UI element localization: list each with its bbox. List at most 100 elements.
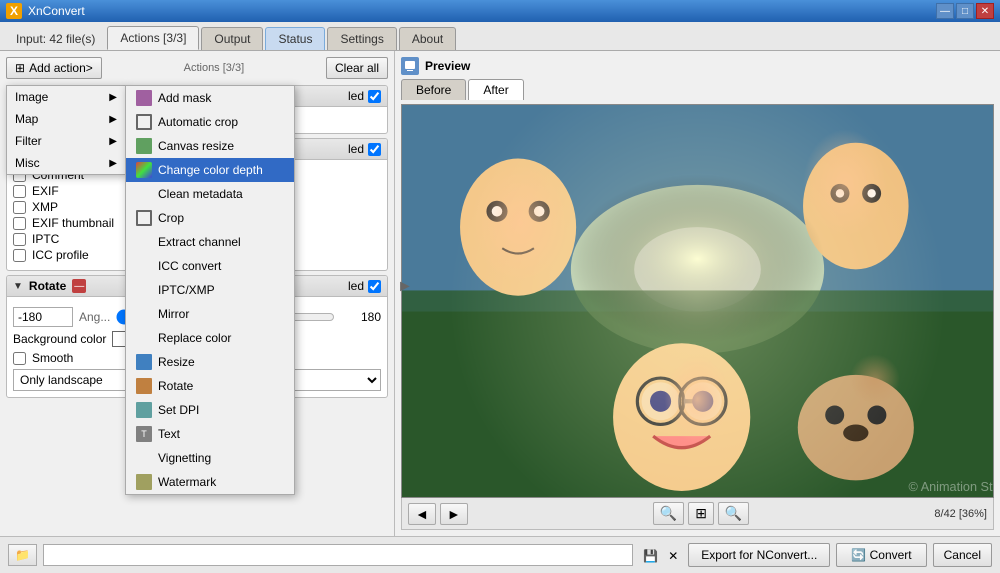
menu-image[interactable]: Image ▶	[7, 86, 125, 108]
iptc-label: IPTC	[32, 232, 59, 246]
panel-header: ⊞ Add action> Actions [3/3] Clear all	[6, 57, 388, 79]
exif-thumbnail-checkbox[interactable]	[13, 217, 26, 230]
smooth-label: Smooth	[32, 351, 73, 365]
iptc-checkbox[interactable]	[13, 233, 26, 246]
rotate-value-input[interactable]	[13, 307, 73, 327]
submenu-clean-metadata[interactable]: Clean metadata	[126, 182, 294, 206]
submenu-text[interactable]: T Text	[126, 422, 294, 446]
enabled-label: led	[348, 89, 364, 103]
automatic-enabled-checkbox[interactable]	[368, 90, 381, 103]
resize-icon	[136, 354, 152, 370]
submenu-change-color-depth[interactable]: Change color depth	[126, 158, 294, 182]
crop-icon	[136, 210, 152, 226]
save-path-button[interactable]: 💾	[639, 545, 662, 565]
next-image-button[interactable]: ►	[440, 503, 468, 525]
xmp-label: XMP	[32, 200, 58, 214]
tab-status[interactable]: Status	[265, 27, 325, 50]
preview-tab-after[interactable]: After	[468, 79, 523, 100]
collapse-icon-3: ▼	[13, 281, 23, 292]
maximize-button[interactable]: □	[956, 3, 974, 19]
menu-filter[interactable]: Filter ▶	[7, 130, 125, 152]
right-panel: ► Preview Before After	[395, 51, 1000, 536]
submenu-icc-convert[interactable]: ICC convert	[126, 254, 294, 278]
canvas-icon	[136, 138, 152, 154]
xmp-checkbox[interactable]	[13, 201, 26, 214]
menu-misc[interactable]: Misc ▶	[7, 152, 125, 174]
preview-tab-before[interactable]: Before	[401, 79, 466, 100]
image-submenu: Add mask Automatic crop Canvas resize Ch…	[125, 85, 295, 495]
preview-zoom-controls: 🔍 ⊞ 🔍	[653, 502, 750, 525]
rotate-icon	[136, 378, 152, 394]
preview-navigation: ◄ ►	[408, 503, 468, 525]
arrow-indicator: ►	[397, 278, 413, 296]
icc-convert-icon	[136, 258, 152, 274]
submenu-arrow-icon-4: ▶	[109, 158, 117, 169]
image-overlay	[402, 105, 993, 497]
output-path-input[interactable]	[43, 544, 633, 566]
export-button[interactable]: Export for NConvert...	[688, 543, 830, 567]
bottom-action-icons: 💾 ✕	[639, 545, 682, 565]
left-panel: ⊞ Add action> Actions [3/3] Clear all ▼ …	[0, 51, 395, 536]
convert-button[interactable]: 🔄 Convert	[836, 543, 926, 567]
minimize-button[interactable]: —	[936, 3, 954, 19]
mirror-icon	[136, 306, 152, 322]
zoom-fit-button[interactable]: ⊞	[688, 502, 714, 525]
exif-label: EXIF	[32, 184, 59, 198]
submenu-extract-channel[interactable]: Extract channel	[126, 230, 294, 254]
enabled-label-3: led	[348, 279, 364, 293]
icc-profile-checkbox[interactable]	[13, 249, 26, 262]
preview-header: Preview	[401, 57, 994, 75]
menu-map[interactable]: Map ▶	[7, 108, 125, 130]
input-tab[interactable]: Input: 42 file(s)	[6, 28, 105, 50]
export-label: Export for NConvert...	[701, 548, 817, 562]
remove-rotate-button[interactable]: —	[72, 279, 86, 293]
angle-label: Ang...	[79, 310, 110, 324]
preview-icon	[401, 57, 419, 75]
add-action-menu: Image ▶ Map ▶ Filter ▶ Misc ▶	[6, 85, 126, 175]
add-action-button[interactable]: ⊞ Add action>	[6, 57, 102, 79]
submenu-rotate[interactable]: Rotate	[126, 374, 294, 398]
folder-button[interactable]: 📁	[8, 544, 37, 566]
submenu-iptc-xmp[interactable]: IPTC/XMP	[126, 278, 294, 302]
preview-label: Preview	[425, 59, 470, 73]
submenu-auto-crop[interactable]: Automatic crop	[126, 110, 294, 134]
exif-checkbox[interactable]	[13, 185, 26, 198]
tab-about[interactable]: About	[399, 27, 456, 50]
add-icon: ⊞	[15, 61, 25, 75]
enabled-label-2: led	[348, 142, 364, 156]
submenu-add-mask[interactable]: Add mask	[126, 86, 294, 110]
cancel-button[interactable]: Cancel	[933, 543, 992, 567]
mask-icon	[136, 90, 152, 106]
main-window: Input: 42 file(s) Actions [3/3] Output S…	[0, 22, 1000, 573]
tab-settings[interactable]: Settings	[327, 27, 396, 50]
submenu-canvas-resize[interactable]: Canvas resize	[126, 134, 294, 158]
exif-thumbnail-label: EXIF thumbnail	[32, 216, 114, 230]
replace-color-icon	[136, 330, 152, 346]
zoom-out-button[interactable]: 🔍	[718, 502, 749, 525]
preview-controls: ◄ ► 🔍 ⊞ 🔍 8/42 [36%]	[401, 498, 994, 530]
submenu-arrow-icon: ▶	[109, 92, 117, 103]
submenu-mirror[interactable]: Mirror	[126, 302, 294, 326]
clean-meta-icon	[136, 186, 152, 202]
submenu-watermark[interactable]: Watermark	[126, 470, 294, 494]
submenu-crop[interactable]: Crop	[126, 206, 294, 230]
zoom-in-button[interactable]: 🔍	[653, 502, 684, 525]
clear-path-button[interactable]: ✕	[664, 545, 682, 565]
bottom-bar: 📁 💾 ✕ Export for NConvert... 🔄 Convert C…	[0, 536, 1000, 573]
submenu-vignetting[interactable]: Vignetting	[126, 446, 294, 470]
close-button[interactable]: ✕	[976, 3, 994, 19]
preview-tabs: Before After	[401, 79, 994, 100]
smooth-checkbox[interactable]	[13, 352, 26, 365]
submenu-set-dpi[interactable]: Set DPI	[126, 398, 294, 422]
clean-metadata-enabled-checkbox[interactable]	[368, 143, 381, 156]
preview-svg-icon	[403, 59, 417, 73]
tab-bar: Input: 42 file(s) Actions [3/3] Output S…	[0, 22, 1000, 51]
submenu-resize[interactable]: Resize	[126, 350, 294, 374]
prev-image-button[interactable]: ◄	[408, 503, 436, 525]
tab-output[interactable]: Output	[201, 27, 263, 50]
tab-actions[interactable]: Actions [3/3]	[107, 26, 199, 50]
submenu-replace-color[interactable]: Replace color	[126, 326, 294, 350]
clear-all-button[interactable]: Clear all	[326, 57, 388, 79]
rotate-enabled-checkbox[interactable]	[368, 280, 381, 293]
actions-count-label: Actions [3/3]	[184, 62, 245, 74]
